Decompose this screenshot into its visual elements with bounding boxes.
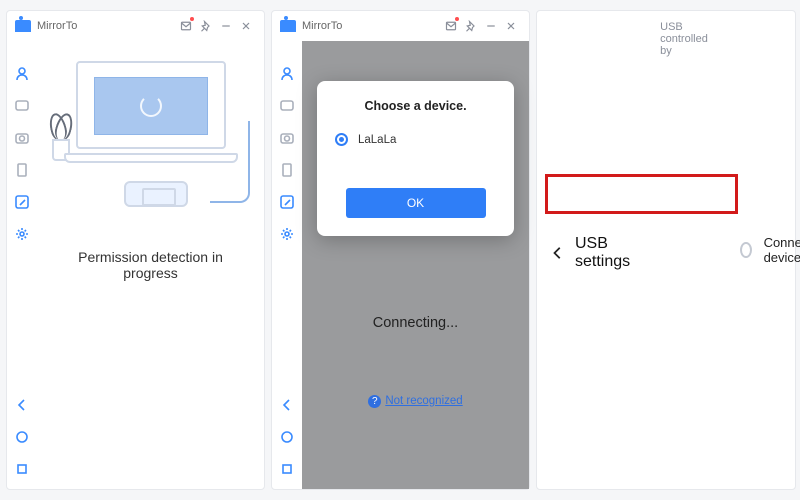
- main-area-permission: Permission detection in progress: [37, 11, 264, 489]
- close-button[interactable]: [236, 16, 256, 36]
- chat-icon[interactable]: [279, 97, 296, 114]
- device-icon[interactable]: [14, 161, 31, 178]
- screen-icon[interactable]: [14, 193, 31, 210]
- square-icon[interactable]: [14, 460, 31, 477]
- device-option-label: LaLaLa: [358, 134, 396, 146]
- app-logo-icon: [15, 20, 31, 32]
- back-icon[interactable]: [279, 396, 296, 413]
- main-area-connecting: Connecting... ? Not recognized Choose a d…: [302, 11, 529, 489]
- status-text: Permission detection in progress: [51, 249, 251, 281]
- radio-icon: [740, 242, 752, 258]
- panel-usb-settings: USB settings USB controlled by Connected…: [536, 10, 796, 490]
- camera-icon[interactable]: [14, 129, 31, 146]
- panel-permission: MirrorTo Permiss: [6, 10, 265, 490]
- screen-icon[interactable]: [279, 193, 296, 210]
- back-icon[interactable]: [14, 396, 31, 413]
- camera-icon[interactable]: [279, 129, 296, 146]
- option-label: Connected device: [764, 235, 800, 265]
- user-icon[interactable]: [279, 65, 296, 82]
- panel-connecting: MirrorTo Connecting... ?Not recognized C…: [271, 10, 530, 490]
- opt-connected-device[interactable]: Connected device: [724, 11, 800, 489]
- app-logo-icon: [280, 20, 296, 32]
- gear-icon[interactable]: [279, 225, 296, 242]
- not-recognized-link[interactable]: ? Not recognized: [302, 395, 529, 408]
- sidebar: [7, 11, 37, 489]
- choose-device-modal: Choose a device. LaLaLa OK: [317, 81, 514, 236]
- nav-buttons: [279, 396, 296, 489]
- app-name: MirrorTo: [37, 20, 77, 32]
- help-icon: ?: [368, 395, 381, 408]
- titlebar: MirrorTo: [7, 11, 264, 41]
- device-icon[interactable]: [279, 161, 296, 178]
- mail-icon[interactable]: [176, 16, 196, 36]
- back-chevron-icon[interactable]: [551, 246, 565, 260]
- radio-icon: [335, 133, 348, 146]
- pin-icon[interactable]: [196, 16, 216, 36]
- nav-buttons: [14, 396, 31, 489]
- ok-button[interactable]: OK: [346, 188, 486, 218]
- device-option[interactable]: LaLaLa: [335, 133, 496, 146]
- connecting-text: Connecting...: [302, 315, 529, 331]
- sidebar: [272, 11, 302, 489]
- modal-title: Choose a device.: [335, 99, 496, 113]
- circle-icon[interactable]: [14, 428, 31, 445]
- usb-settings-header: USB settings: [537, 11, 644, 489]
- gear-icon[interactable]: [14, 225, 31, 242]
- page-title: USB settings: [575, 235, 630, 271]
- minimize-button[interactable]: [216, 16, 236, 36]
- user-icon[interactable]: [14, 65, 31, 82]
- circle-icon[interactable]: [279, 428, 296, 445]
- chat-icon[interactable]: [14, 97, 31, 114]
- laptop-phone-illustration-icon: [56, 51, 246, 221]
- square-icon[interactable]: [279, 460, 296, 477]
- section-controlled-by: USB controlled by: [644, 11, 724, 489]
- not-recognized-label: Not recognized: [385, 395, 462, 407]
